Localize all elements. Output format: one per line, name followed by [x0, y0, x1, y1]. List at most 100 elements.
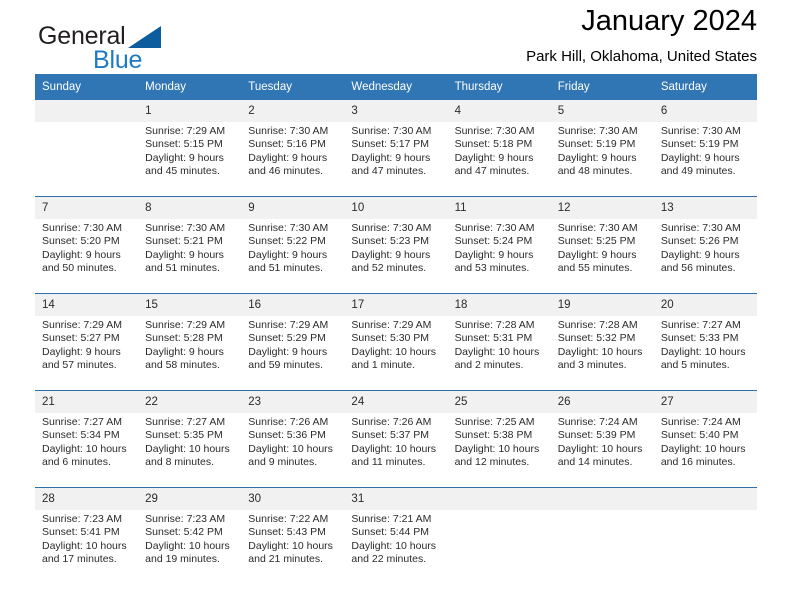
daylight-text: Daylight: 10 hours	[454, 345, 540, 358]
day-number[interactable]: 13	[653, 197, 757, 219]
sunrise-text: Sunrise: 7:30 AM	[248, 222, 329, 234]
day-cell[interactable]: Sunrise: 7:30 AM Sunset: 5:16 PM Dayligh…	[241, 122, 345, 196]
day-number[interactable]: 4	[447, 100, 551, 122]
daylight-text: Daylight: 9 hours	[248, 345, 328, 358]
day-number[interactable]: 11	[447, 197, 551, 219]
day-cell[interactable]: Sunrise: 7:27 AM Sunset: 5:34 PM Dayligh…	[35, 413, 139, 487]
sunrise-text: Sunrise: 7:23 AM	[42, 513, 122, 525]
daylight-text-cont: and 12 minutes.	[454, 456, 530, 469]
day-cell[interactable]: Sunrise: 7:30 AM Sunset: 5:21 PM Dayligh…	[138, 219, 242, 293]
day-cell[interactable]: Sunrise: 7:30 AM Sunset: 5:18 PM Dayligh…	[447, 122, 551, 196]
day-number[interactable]: 12	[550, 197, 654, 219]
day-number[interactable]: 2	[241, 100, 345, 122]
day-cell[interactable]: Sunrise: 7:21 AM Sunset: 5:44 PM Dayligh…	[344, 510, 448, 584]
day-number[interactable]: 17	[344, 294, 448, 316]
day-number[interactable]: 27	[653, 391, 757, 413]
day-cell[interactable]: Sunrise: 7:30 AM Sunset: 5:26 PM Dayligh…	[653, 219, 757, 293]
sunrise-text: Sunrise: 7:24 AM	[557, 416, 638, 428]
day-cell[interactable]: Sunrise: 7:30 AM Sunset: 5:19 PM Dayligh…	[653, 122, 757, 196]
day-number[interactable]	[35, 100, 139, 122]
day-number[interactable]: 29	[138, 488, 242, 510]
daylight-text-cont: and 53 minutes.	[454, 262, 530, 275]
weekday-header-tuesday: Tuesday	[241, 74, 345, 100]
day-cell[interactable]: Sunrise: 7:23 AM Sunset: 5:41 PM Dayligh…	[35, 510, 139, 584]
day-number[interactable]: 1	[138, 100, 242, 122]
day-cell[interactable]: Sunrise: 7:30 AM Sunset: 5:23 PM Dayligh…	[344, 219, 448, 293]
daylight-text-cont: and 47 minutes.	[351, 165, 427, 178]
day-number[interactable]: 16	[241, 294, 345, 316]
day-number[interactable]: 7	[35, 197, 139, 219]
day-number[interactable]	[653, 488, 757, 510]
daylight-text: Daylight: 9 hours	[660, 151, 740, 164]
day-number[interactable]: 8	[138, 197, 242, 219]
day-cell[interactable]: Sunrise: 7:29 AM Sunset: 5:30 PM Dayligh…	[344, 316, 448, 390]
day-cell[interactable]: Sunrise: 7:23 AM Sunset: 5:42 PM Dayligh…	[138, 510, 242, 584]
brand-logo[interactable]: General Blue	[35, 22, 255, 74]
day-cell[interactable]: Sunrise: 7:30 AM Sunset: 5:22 PM Dayligh…	[241, 219, 345, 293]
day-number[interactable]	[550, 488, 654, 510]
day-number[interactable]: 23	[241, 391, 345, 413]
day-cell[interactable]: Sunrise: 7:30 AM Sunset: 5:25 PM Dayligh…	[550, 219, 654, 293]
day-number[interactable]: 19	[550, 294, 654, 316]
sunset-text: Sunset: 5:21 PM	[145, 235, 223, 248]
page-header: General Blue January 2024 Park Hill, Okl…	[35, 0, 757, 74]
day-number[interactable]: 10	[344, 197, 448, 219]
day-number[interactable]: 21	[35, 391, 139, 413]
day-number[interactable]: 25	[447, 391, 551, 413]
day-number[interactable]: 14	[35, 294, 139, 316]
page-subtitle: Park Hill, Oklahoma, United States	[526, 48, 757, 65]
day-cell[interactable]: Sunrise: 7:24 AM Sunset: 5:39 PM Dayligh…	[550, 413, 654, 487]
day-number[interactable]: 31	[344, 488, 448, 510]
day-number[interactable]: 18	[447, 294, 551, 316]
day-number[interactable]: 20	[653, 294, 757, 316]
daylight-text: Daylight: 10 hours	[557, 345, 643, 358]
day-cell[interactable]: Sunrise: 7:26 AM Sunset: 5:37 PM Dayligh…	[344, 413, 448, 487]
day-number[interactable]: 30	[241, 488, 345, 510]
sunset-text: Sunset: 5:22 PM	[248, 235, 326, 248]
day-cell[interactable]: Sunrise: 7:29 AM Sunset: 5:29 PM Dayligh…	[241, 316, 345, 390]
day-number[interactable]: 22	[138, 391, 242, 413]
day-cell[interactable]: Sunrise: 7:29 AM Sunset: 5:28 PM Dayligh…	[138, 316, 242, 390]
day-cell[interactable]: Sunrise: 7:24 AM Sunset: 5:40 PM Dayligh…	[653, 413, 757, 487]
daylight-text: Daylight: 9 hours	[557, 248, 637, 261]
day-cell[interactable]: Sunrise: 7:30 AM Sunset: 5:20 PM Dayligh…	[35, 219, 139, 293]
day-cell[interactable]: Sunrise: 7:30 AM Sunset: 5:17 PM Dayligh…	[344, 122, 448, 196]
day-cell[interactable]	[447, 510, 551, 584]
daylight-text-cont: and 45 minutes.	[145, 165, 220, 178]
sunrise-text: Sunrise: 7:24 AM	[660, 416, 741, 428]
day-cell[interactable]: Sunrise: 7:26 AM Sunset: 5:36 PM Dayligh…	[241, 413, 345, 487]
day-cell[interactable]: Sunrise: 7:29 AM Sunset: 5:27 PM Dayligh…	[35, 316, 139, 390]
day-number[interactable]: 6	[653, 100, 757, 122]
sunset-text: Sunset: 5:32 PM	[557, 332, 636, 345]
sunset-text: Sunset: 5:44 PM	[351, 526, 430, 539]
day-number-row: 1 2 3 4 5 6	[35, 100, 757, 122]
day-cell[interactable]: Sunrise: 7:27 AM Sunset: 5:35 PM Dayligh…	[138, 413, 242, 487]
daylight-text: Daylight: 10 hours	[42, 442, 127, 455]
sunrise-text: Sunrise: 7:27 AM	[660, 319, 741, 331]
day-cell[interactable]	[550, 510, 654, 584]
sunrise-text: Sunrise: 7:26 AM	[248, 416, 329, 428]
day-cell[interactable]	[653, 510, 757, 584]
day-cell[interactable]: Sunrise: 7:30 AM Sunset: 5:24 PM Dayligh…	[447, 219, 551, 293]
sunrise-text: Sunrise: 7:27 AM	[42, 416, 122, 428]
day-number[interactable]: 28	[35, 488, 139, 510]
day-number[interactable]: 3	[344, 100, 448, 122]
sunrise-text: Sunrise: 7:28 AM	[557, 319, 638, 331]
day-number[interactable]: 24	[344, 391, 448, 413]
weekday-header-monday: Monday	[138, 74, 242, 100]
day-cell[interactable]: Sunrise: 7:28 AM Sunset: 5:32 PM Dayligh…	[550, 316, 654, 390]
day-number[interactable]	[447, 488, 551, 510]
day-number[interactable]: 9	[241, 197, 345, 219]
day-cell[interactable]: Sunrise: 7:22 AM Sunset: 5:43 PM Dayligh…	[241, 510, 345, 584]
day-number[interactable]: 5	[550, 100, 654, 122]
day-cell[interactable]: Sunrise: 7:29 AM Sunset: 5:15 PM Dayligh…	[138, 122, 242, 196]
day-cell[interactable]: Sunrise: 7:30 AM Sunset: 5:19 PM Dayligh…	[550, 122, 654, 196]
day-cell[interactable]: Sunrise: 7:25 AM Sunset: 5:38 PM Dayligh…	[447, 413, 551, 487]
day-number[interactable]: 26	[550, 391, 654, 413]
day-cell[interactable]	[35, 122, 139, 196]
sunrise-text: Sunrise: 7:27 AM	[145, 416, 226, 428]
day-cell[interactable]: Sunrise: 7:27 AM Sunset: 5:33 PM Dayligh…	[653, 316, 757, 390]
sunset-text: Sunset: 5:40 PM	[660, 429, 739, 442]
day-cell[interactable]: Sunrise: 7:28 AM Sunset: 5:31 PM Dayligh…	[447, 316, 551, 390]
day-number[interactable]: 15	[138, 294, 242, 316]
